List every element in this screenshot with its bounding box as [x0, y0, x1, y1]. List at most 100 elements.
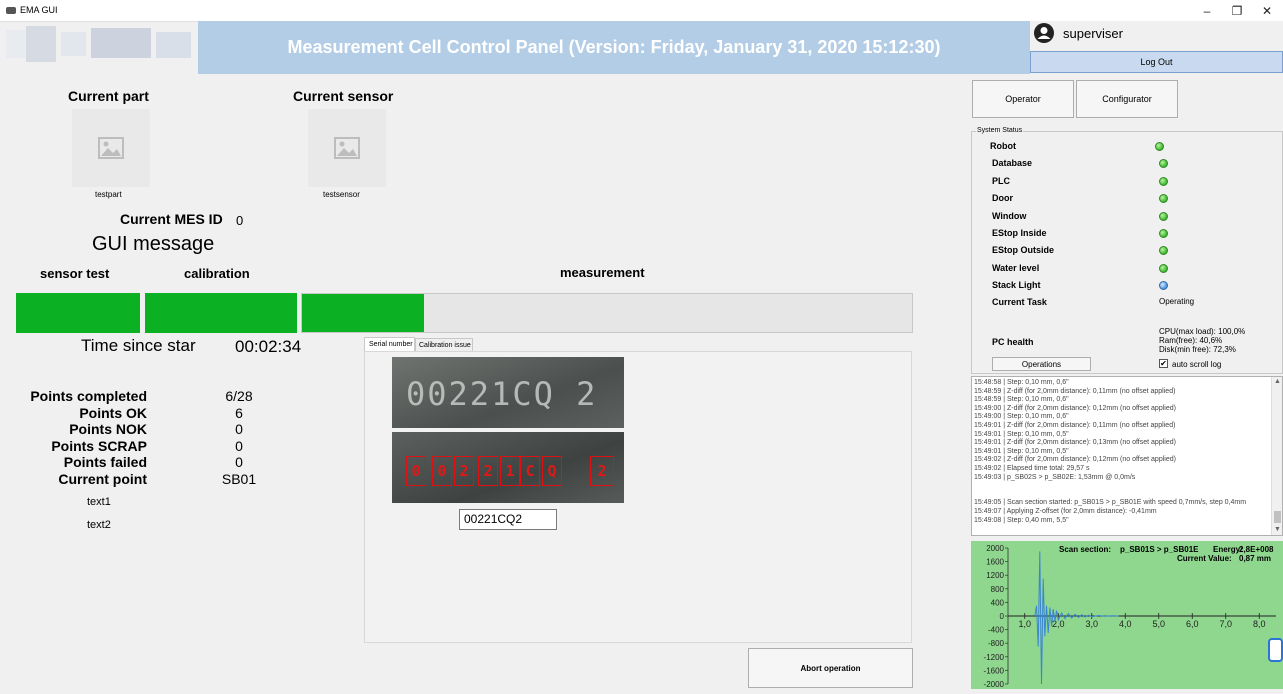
progress-fill — [16, 293, 140, 333]
timer-value: 00:02:34 — [235, 337, 302, 356]
operator-button[interactable]: Operator — [972, 80, 1074, 118]
scroll-up-icon[interactable]: ▲ — [1274, 378, 1281, 385]
y-tick-label: 0 — [1000, 612, 1005, 621]
y-tick-label: -400 — [988, 626, 1005, 635]
serial-number-field[interactable]: 00221CQ2 — [459, 509, 557, 530]
pc-health-label: PC health — [992, 337, 1034, 347]
log-line: 15:48:59 | Z-diff (for 2,0mm distance): … — [974, 387, 1176, 395]
log-scrollbar[interactable]: ▲ ▼ — [1271, 377, 1282, 535]
scroll-down-icon[interactable]: ▼ — [1274, 526, 1281, 533]
current-sensor-heading: Current sensor — [293, 88, 394, 104]
step-label-measurement: measurement — [560, 265, 645, 280]
status-label: Window — [992, 210, 1027, 221]
ocr-char-box: 2 — [454, 456, 474, 486]
ocr-char-box: 0 — [406, 456, 426, 486]
mes-id-label: Current MES ID — [120, 211, 223, 227]
y-tick-label: 2000 — [986, 544, 1004, 553]
image-placeholder-icon — [334, 137, 360, 159]
log-line: 15:49:07 | Applying Z-offset (for 2,0mm … — [974, 508, 1157, 515]
status-label: Water level — [992, 262, 1040, 273]
tab-serial-number[interactable]: Serial number — [364, 337, 415, 352]
status-label: Robot — [990, 141, 1016, 151]
log-line: 15:49:02 | Z-diff (for 2,0mm distance): … — [974, 456, 1176, 464]
series-line — [1034, 551, 1119, 685]
status-label: Database — [992, 158, 1033, 169]
disk-free: Disk(min free): 72,3% — [1159, 345, 1236, 354]
stat-value: 0 — [235, 421, 243, 437]
progress-bar-sensor-test — [16, 293, 140, 333]
status-led-icon — [1159, 211, 1168, 221]
energy-value: 2,8E+008 — [1239, 545, 1274, 554]
log-line: 15:49:08 | Step: 0,40 mm, 5,5" — [974, 516, 1069, 524]
abort-operation-button[interactable]: Abort operation — [748, 648, 913, 688]
username: superviser — [1063, 26, 1123, 41]
y-tick-label: 800 — [991, 585, 1005, 594]
minimize-button[interactable]: – — [1192, 2, 1222, 20]
step-label-calibration: calibration — [184, 266, 250, 281]
part-name: testpart — [95, 190, 122, 199]
user-icon — [1034, 23, 1054, 43]
status-led-icon — [1159, 176, 1168, 186]
mes-id-value: 0 — [236, 213, 244, 228]
stat-label: Current point — [58, 471, 147, 487]
x-tick-label: 8,0 — [1253, 619, 1266, 629]
status-label: EStop Inside — [992, 228, 1047, 238]
current-value-label: Current Value: — [1177, 554, 1232, 563]
log-line: 15:48:59 | Step: 0,10 mm, 0,6" — [974, 396, 1069, 404]
step-label-sensor-test: sensor test — [40, 266, 110, 281]
image-placeholder-icon — [98, 137, 124, 159]
stat-label: Points completed — [30, 388, 147, 404]
close-button[interactable]: ✕ — [1252, 2, 1282, 20]
x-tick-label: 6,0 — [1186, 619, 1199, 629]
progress-bar-measurement — [301, 293, 913, 333]
log-line: 15:48:58 | Step: 0,10 mm, 0,6" — [974, 379, 1069, 386]
current-value: 0,87 mm — [1239, 554, 1272, 563]
scan-chart-svg: 2000 1600 1200 800 400 0 -400 -800 -1200 -1600 -20… — [984, 544, 1276, 689]
header-title: Measurement Cell Control Panel (Version:… — [287, 37, 941, 57]
stat-label: Points NOK — [69, 421, 147, 437]
scroll-thumb[interactable] — [1274, 511, 1281, 523]
status-label: Door — [992, 193, 1013, 204]
scan-section-label: Scan section: — [1059, 545, 1112, 554]
x-tick-label: 5,0 — [1152, 619, 1165, 629]
stat-value: SB01 — [221, 471, 257, 487]
current-part-heading: Current part — [68, 88, 149, 104]
text1-label: text1 — [87, 496, 111, 508]
autoscroll-checkbox[interactable]: ✔ — [1159, 359, 1168, 368]
configurator-button[interactable]: Configurator — [1076, 80, 1178, 118]
timer-label: Time since star — [81, 336, 196, 355]
ocr-raw-text: 00221CQ 2 — [406, 375, 598, 413]
ocr-char-box: 2 — [590, 456, 614, 486]
gui-message: GUI message — [92, 233, 215, 255]
serial-raw-image: 00221CQ 2 — [392, 357, 624, 428]
current-task-label: Current Task — [992, 297, 1047, 307]
log-line: 15:49:01 | Step: 0,10 mm, 0,5" — [974, 447, 1069, 455]
log-line: 15:49:01 | Z-diff (for 2,0mm distance): … — [974, 422, 1176, 429]
part-image — [72, 109, 150, 187]
status-label: PLC — [992, 175, 1010, 186]
system-status-title: System Status — [976, 127, 1024, 134]
sensor-image — [308, 109, 386, 187]
log-line: 15:49:02 | Elapsed time total: 29,57 s — [974, 465, 1090, 472]
status-led-icon — [1155, 142, 1164, 151]
sensor-name: testsensor — [323, 190, 360, 199]
company-logo — [6, 26, 196, 66]
log-line: 15:49:03 | p_SB02S > p_SB02E: 1,53mm @ 0… — [974, 473, 1136, 481]
cpu-load: CPU(max load): 100,0% — [1159, 327, 1246, 336]
user-panel: superviser Log Out — [1030, 21, 1283, 74]
status-led-icon — [1159, 229, 1168, 238]
x-tick-label: 1,0 — [1018, 619, 1031, 629]
progress-fill — [302, 294, 424, 332]
y-tick-label: 1600 — [986, 558, 1004, 567]
tab-calibration-issue[interactable]: Calibration issue — [415, 338, 473, 352]
operations-button[interactable]: Operations — [992, 357, 1091, 371]
log-line: 15:49:00 | Z-diff (for 2,0mm distance): … — [974, 404, 1176, 412]
serial-ocr-image: 00221CQ2 — [392, 432, 624, 503]
restore-button[interactable]: ❐ — [1222, 2, 1252, 20]
event-log[interactable]: ▲ ▼ 15:48:58 | Step: 0,10 mm, 0,6" 15:48:… — [971, 376, 1283, 536]
side-widget-icon[interactable] — [1268, 638, 1283, 662]
status-label: EStop Outside — [992, 245, 1055, 256]
logout-button[interactable]: Log Out — [1030, 51, 1283, 73]
ocr-char-box: 0 — [432, 456, 452, 486]
log-line: 15:49:01 | Step: 0,10 mm, 0,5" — [974, 430, 1069, 438]
